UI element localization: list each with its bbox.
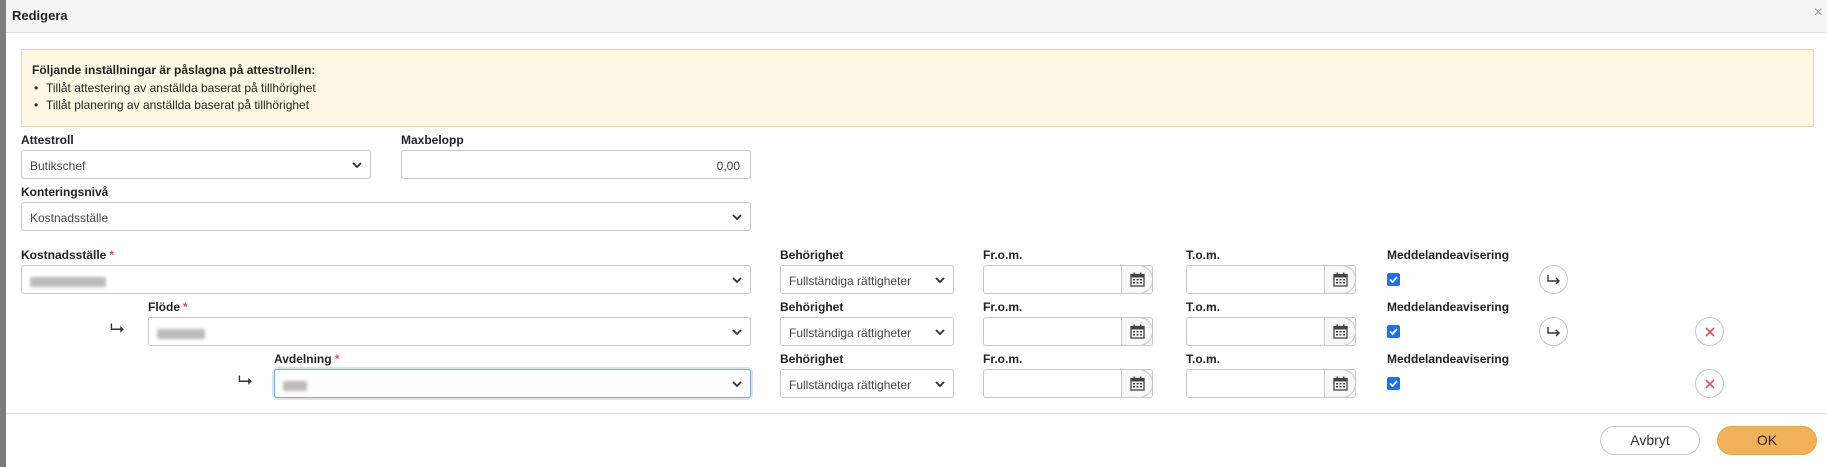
from-date-input[interactable]: [983, 369, 1153, 398]
kostnadsstalle-value-redacted: [30, 274, 106, 288]
from-date-picker-button[interactable]: [1121, 265, 1153, 294]
to-date-input[interactable]: [1186, 265, 1356, 294]
avdelning-value-redacted: [283, 378, 307, 392]
from-date-input[interactable]: [983, 317, 1153, 346]
ok-button[interactable]: OK: [1717, 426, 1817, 455]
calendar-icon: [1130, 272, 1145, 287]
chevron-down-icon: [732, 277, 742, 284]
from-date-label: Fr.o.m.: [983, 248, 1023, 262]
notice-item: Tillåt planering av anställda baserat på…: [32, 97, 316, 114]
calendar-icon: [1333, 376, 1348, 391]
avdelning-label: Avdelning *: [274, 352, 340, 366]
edit-dialog: Redigera × Följande inställningar är pås…: [6, 0, 1827, 467]
from-date-input[interactable]: [983, 265, 1153, 294]
konteringsniva-select[interactable]: Kostnadsställe: [21, 202, 751, 231]
remove-row-button[interactable]: [1695, 369, 1724, 398]
dialog-title: Redigera: [12, 8, 68, 23]
calendar-icon: [1130, 324, 1145, 339]
required-marker: *: [334, 352, 340, 366]
behorighet-value: Fullständiga rättigheter: [789, 326, 912, 340]
required-marker: *: [109, 248, 115, 262]
from-date-picker-button[interactable]: [1121, 369, 1153, 398]
chevron-down-icon: [732, 329, 742, 336]
to-date-label: T.o.m.: [1186, 300, 1221, 314]
flode-label: Flöde *: [148, 300, 188, 314]
settings-notice: Följande inställningar är påslagna på at…: [21, 49, 1814, 127]
to-date-label: T.o.m.: [1186, 248, 1221, 262]
from-date-picker-button[interactable]: [1121, 317, 1153, 346]
to-date-label: T.o.m.: [1186, 352, 1221, 366]
behorighet-value: Fullständiga rättigheter: [789, 378, 912, 392]
chevron-down-icon: [935, 381, 945, 388]
cancel-button[interactable]: Avbryt: [1600, 426, 1700, 455]
behorighet-select[interactable]: Fullständiga rättigheter: [780, 317, 954, 346]
behorighet-label: Behörighet: [780, 352, 844, 366]
avdelning-select[interactable]: [274, 369, 751, 398]
to-date-input[interactable]: [1186, 369, 1356, 398]
calendar-icon: [1333, 324, 1348, 339]
dialog-footer: Avbryt OK: [6, 413, 1827, 467]
kostnadsstalle-select[interactable]: [21, 265, 751, 294]
to-date-picker-button[interactable]: [1324, 317, 1356, 346]
chevron-down-icon: [935, 277, 945, 284]
notice-list: Tillåt attestering av anställda baserat …: [32, 80, 316, 114]
behorighet-label: Behörighet: [780, 300, 844, 314]
flode-value-redacted: [157, 326, 205, 340]
to-date-picker-button[interactable]: [1324, 369, 1356, 398]
notice-item: Tillåt attestering av anställda baserat …: [32, 80, 316, 97]
checkmark-icon: [1389, 276, 1398, 284]
required-marker: *: [183, 300, 188, 314]
checkmark-icon: [1389, 328, 1398, 336]
to-date-input[interactable]: [1186, 317, 1356, 346]
checkmark-icon: [1389, 380, 1398, 388]
notify-checkbox[interactable]: [1387, 325, 1400, 338]
from-date-label: Fr.o.m.: [983, 352, 1023, 366]
close-icon: [1705, 379, 1715, 389]
dialog-header: Redigera ×: [6, 0, 1827, 33]
attestroll-label: Attestroll: [21, 133, 74, 147]
chevron-down-icon: [732, 381, 742, 388]
close-icon: [1705, 327, 1715, 337]
konteringsniva-label: Konteringsnivå: [21, 185, 109, 199]
konteringsniva-value: Kostnadsställe: [30, 211, 109, 225]
add-child-button[interactable]: [1539, 265, 1568, 294]
from-date-label: Fr.o.m.: [983, 300, 1023, 314]
notify-label: Meddelandeavisering: [1387, 300, 1510, 314]
maxbelopp-value: 0,00: [716, 159, 740, 173]
maxbelopp-input[interactable]: 0,00: [401, 150, 751, 179]
notify-checkbox[interactable]: [1387, 273, 1400, 286]
attestroll-select[interactable]: Butikschef: [21, 150, 371, 179]
close-icon[interactable]: ×: [1814, 4, 1823, 22]
chevron-down-icon: [732, 214, 742, 221]
to-date-picker-button[interactable]: [1324, 265, 1356, 294]
arrow-down-right-icon: [1547, 327, 1560, 337]
notify-checkbox[interactable]: [1387, 377, 1400, 390]
add-child-button[interactable]: [1539, 317, 1568, 346]
notify-label: Meddelandeavisering: [1387, 248, 1510, 262]
flode-select[interactable]: [148, 317, 751, 346]
notice-title: Följande inställningar är påslagna på at…: [32, 63, 316, 77]
behorighet-label: Behörighet: [780, 248, 844, 262]
arrow-down-right-icon: [1547, 275, 1560, 285]
behorighet-select[interactable]: Fullständiga rättigheter: [780, 369, 954, 398]
kostnadsstalle-label: Kostnadsställe *: [21, 248, 115, 262]
chevron-down-icon: [935, 329, 945, 336]
attestroll-value: Butikschef: [30, 159, 86, 173]
indent-arrow-icon: ⮡: [238, 370, 253, 390]
behorighet-select[interactable]: Fullständiga rättigheter: [780, 265, 954, 294]
calendar-icon: [1130, 376, 1145, 391]
maxbelopp-label: Maxbelopp: [401, 133, 464, 147]
calendar-icon: [1333, 272, 1348, 287]
indent-arrow-icon: ⮡: [110, 318, 125, 338]
behorighet-value: Fullständiga rättigheter: [789, 274, 912, 288]
chevron-down-icon: [352, 162, 362, 169]
remove-row-button[interactable]: [1695, 317, 1724, 346]
notify-label: Meddelandeavisering: [1387, 352, 1510, 366]
